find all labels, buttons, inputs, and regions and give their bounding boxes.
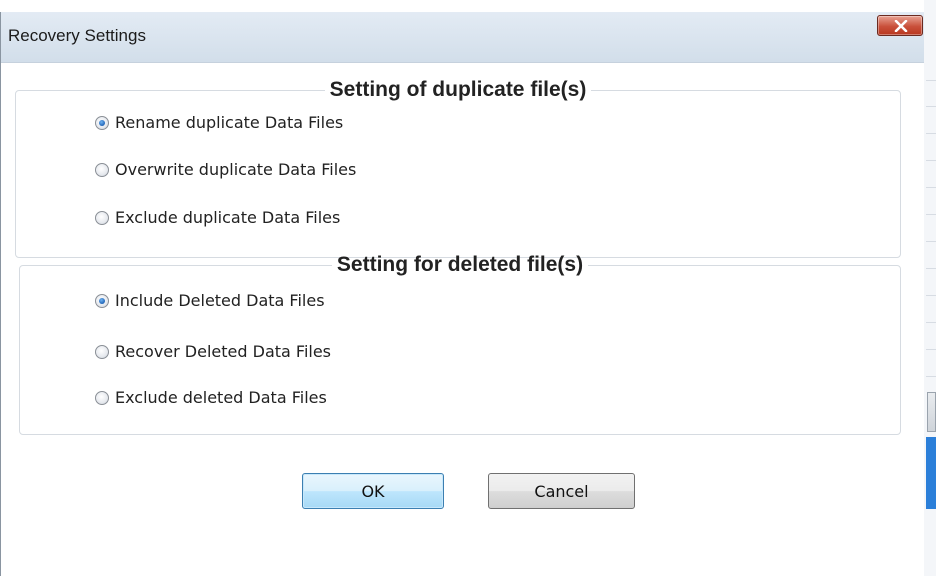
ok-button[interactable]: OK <box>302 473 444 509</box>
background-divider <box>926 322 936 323</box>
background-divider <box>926 214 936 215</box>
option-label: Recover Deleted Data Files <box>115 342 332 361</box>
include-deleted-option[interactable]: Include Deleted Data Files <box>95 291 325 310</box>
radio-button[interactable] <box>95 115 109 130</box>
exclude-deleted-option[interactable]: Exclude deleted Data Files <box>95 388 327 407</box>
screen: Recovery Settings Setting of duplicate f… <box>0 0 936 576</box>
close-x-icon <box>894 20 908 32</box>
background-scrollbar-thumb[interactable] <box>927 392 936 432</box>
radio-button[interactable] <box>95 210 109 225</box>
dialog-title: Recovery Settings <box>8 26 146 45</box>
radio-button[interactable] <box>95 162 109 177</box>
background-divider <box>926 133 936 134</box>
duplicate-group-legend: Setting of duplicate file(s) <box>329 78 587 101</box>
title-bar[interactable]: Recovery Settings <box>1 12 924 63</box>
background-divider <box>926 376 936 377</box>
radio-button[interactable] <box>95 344 109 359</box>
dialog-body: Setting of duplicate file(s) Rename dupl… <box>1 63 924 576</box>
background-divider <box>926 241 936 242</box>
radio-button[interactable] <box>95 293 109 308</box>
option-label: Exclude duplicate Data Files <box>115 208 341 227</box>
background-divider <box>926 106 936 107</box>
close-button[interactable] <box>877 15 923 36</box>
cancel-button[interactable]: Cancel <box>488 473 635 509</box>
recover-deleted-option[interactable]: Recover Deleted Data Files <box>95 342 331 361</box>
option-label: Rename duplicate Data Files <box>115 113 344 132</box>
option-label: Exclude deleted Data Files <box>115 388 327 407</box>
background-divider <box>926 187 936 188</box>
background-selection <box>926 437 936 509</box>
deleted-group-legend: Setting for deleted file(s) <box>336 253 584 276</box>
background-divider <box>926 268 936 269</box>
rename-duplicate-option[interactable]: Rename duplicate Data Files <box>95 113 343 132</box>
background-divider <box>926 295 936 296</box>
background-divider <box>926 349 936 350</box>
exclude-duplicate-option[interactable]: Exclude duplicate Data Files <box>95 208 340 227</box>
overwrite-duplicate-option[interactable]: Overwrite duplicate Data Files <box>95 160 356 179</box>
option-label: Include Deleted Data Files <box>115 291 325 310</box>
background-divider <box>926 160 936 161</box>
option-label: Overwrite duplicate Data Files <box>115 160 357 179</box>
background-divider <box>926 80 936 81</box>
radio-button[interactable] <box>95 390 109 405</box>
recovery-settings-dialog: Recovery Settings Setting of duplicate f… <box>0 12 924 576</box>
